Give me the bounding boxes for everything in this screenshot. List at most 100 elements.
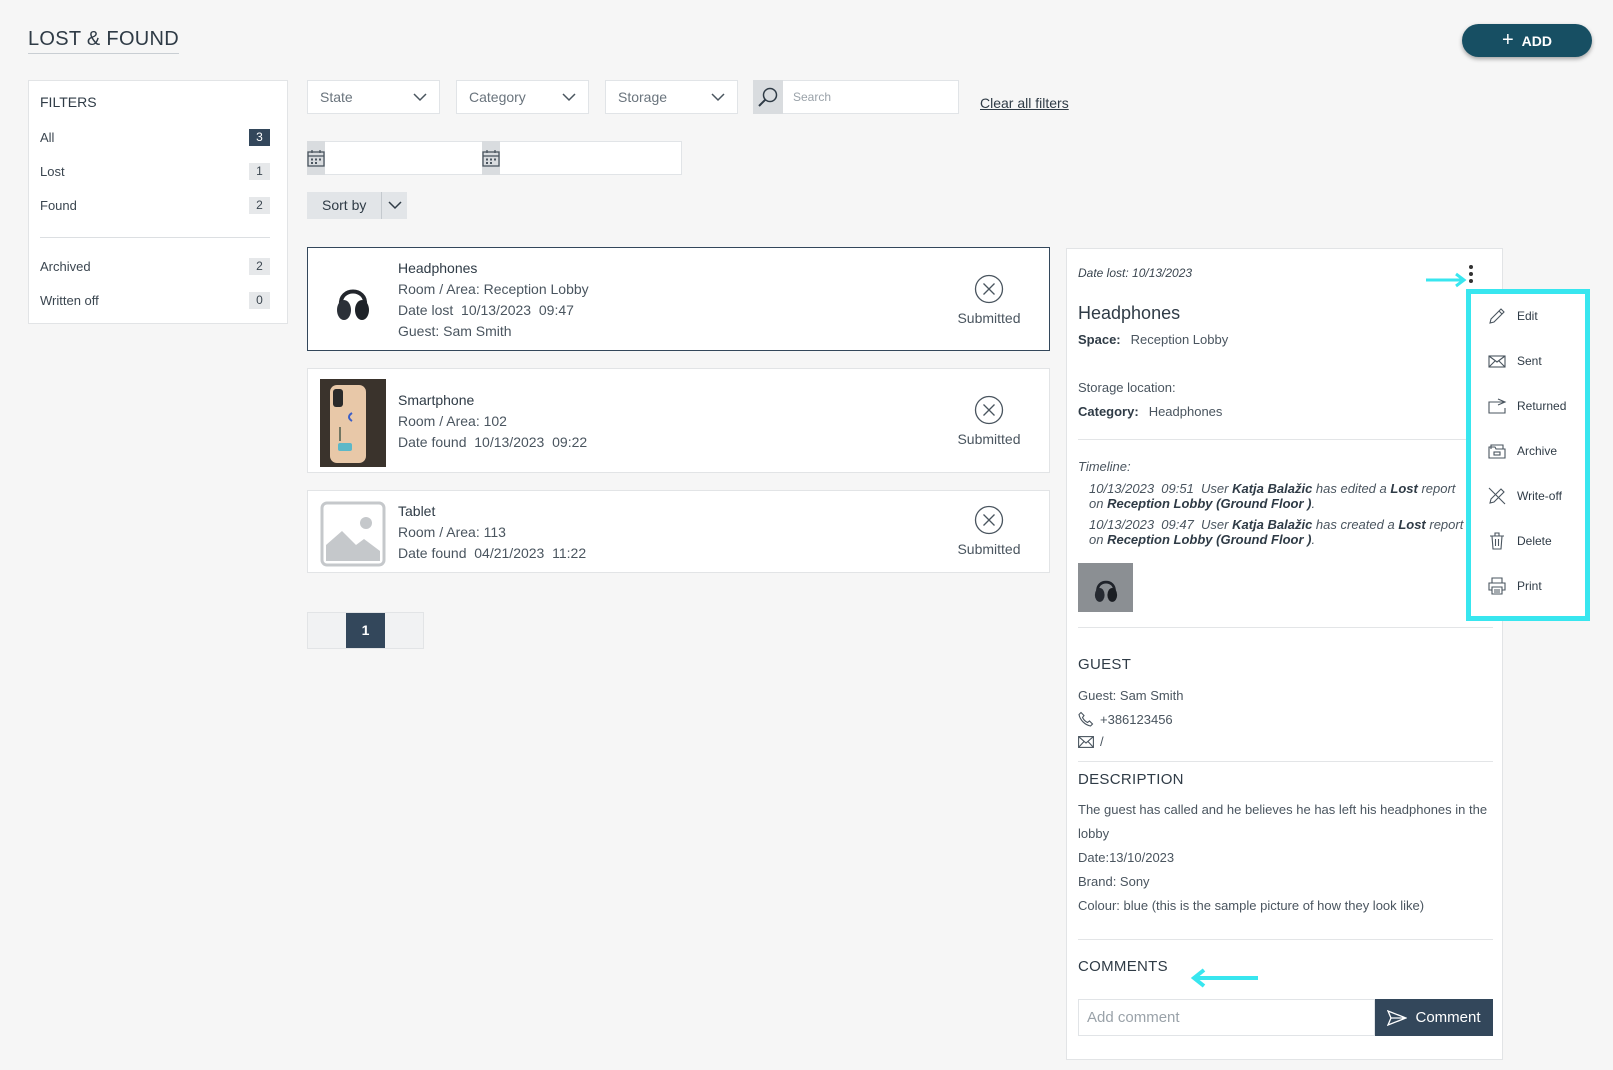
- menu-item-archive[interactable]: Archive: [1487, 439, 1587, 463]
- search-icon[interactable]: [753, 80, 783, 114]
- pagination-prev[interactable]: [308, 613, 346, 648]
- item-room: Room / Area: 102: [398, 413, 507, 429]
- menu-item-label: Sent: [1517, 354, 1542, 368]
- menu-item-returned[interactable]: Returned: [1487, 394, 1587, 418]
- item-status-label: Submitted: [957, 541, 1021, 557]
- menu-item-sent[interactable]: Sent: [1487, 349, 1587, 373]
- state-dropdown-label: State: [320, 89, 353, 105]
- comment-button-label: Comment: [1415, 1009, 1481, 1026]
- filters-divider: [40, 237, 270, 238]
- menu-item-edit[interactable]: Edit: [1487, 304, 1587, 328]
- storage-dropdown-label: Storage: [618, 89, 668, 105]
- description-text: The guest has called and he believes he …: [1078, 798, 1498, 918]
- date-to-field[interactable]: [482, 141, 682, 175]
- calendar-icon[interactable]: [482, 141, 500, 175]
- trash-icon: [1490, 532, 1504, 550]
- search-box: [753, 80, 959, 114]
- timeline-type: Lost: [1390, 481, 1418, 496]
- filter-written-off[interactable]: Written off 0: [40, 289, 270, 311]
- chevron-down-icon[interactable]: [381, 192, 407, 219]
- menu-item-label: Print: [1517, 579, 1542, 593]
- write-off-icon: [1488, 487, 1506, 505]
- item-name: Tablet: [398, 503, 436, 519]
- detail-category-label: Category:: [1078, 404, 1139, 419]
- item-card-tablet[interactable]: Tablet Room / Area: 113 Date found 04/21…: [307, 490, 1050, 573]
- envelope-icon: [1078, 735, 1094, 748]
- filter-label: Archived: [40, 258, 91, 274]
- sort-by-label: Sort by: [322, 197, 367, 213]
- item-status: Submitted: [939, 274, 1039, 326]
- detail-storage-location: Storage location:: [1078, 380, 1176, 395]
- menu-item-print[interactable]: Print: [1487, 574, 1587, 598]
- image-placeholder-icon: [320, 501, 386, 567]
- filter-count: 1: [249, 162, 270, 180]
- item-detail-panel: Date lost: 10/13/2023 Headphones Space: R…: [1066, 248, 1503, 1060]
- smartphone-thumbnail: [320, 379, 386, 467]
- timeline-text: has edited a: [1312, 481, 1391, 496]
- item-name: Headphones: [398, 260, 478, 276]
- timeline-title: Timeline:: [1078, 459, 1131, 474]
- timeline-entry: 10/13/2023 09:51 User Katja Balažic has …: [1089, 481, 1469, 511]
- calendar-icon[interactable]: [307, 141, 325, 175]
- timeline-user: Katja Balažic: [1232, 517, 1313, 532]
- description-section-title: DESCRIPTION: [1078, 771, 1184, 788]
- annotation-arrow-left-icon: [1190, 968, 1258, 988]
- submitted-status-icon: [974, 395, 1004, 425]
- menu-item-label: Returned: [1517, 399, 1567, 413]
- item-card-headphones[interactable]: Headphones Room / Area: Reception Lobby …: [307, 247, 1050, 351]
- storage-dropdown[interactable]: Storage: [605, 80, 738, 114]
- item-date: Date found 04/21/2023 11:22: [398, 545, 587, 561]
- item-room: Room / Area: Reception Lobby: [398, 281, 589, 297]
- date-from-input[interactable]: [325, 141, 507, 175]
- menu-item-delete[interactable]: Delete: [1487, 529, 1587, 553]
- guest-email: /: [1078, 734, 1104, 749]
- actions-menu: Edit Sent Returned Archive Write-off Del…: [1466, 289, 1590, 621]
- add-button[interactable]: + ADD: [1462, 24, 1592, 57]
- filter-lost[interactable]: Lost 1: [40, 160, 270, 182]
- menu-item-label: Archive: [1517, 444, 1558, 458]
- send-icon: [1387, 1009, 1408, 1026]
- category-dropdown-label: Category: [469, 89, 526, 105]
- phone-icon: [1078, 711, 1094, 727]
- search-input[interactable]: [783, 80, 959, 114]
- date-from-field[interactable]: [307, 141, 507, 175]
- chevron-down-icon: [413, 92, 427, 101]
- filter-archived[interactable]: Archived 2: [40, 255, 270, 277]
- comment-button[interactable]: Comment: [1375, 999, 1493, 1036]
- item-status: Submitted: [939, 395, 1039, 447]
- detail-photo[interactable]: [1078, 563, 1133, 612]
- guest-email-value: /: [1100, 734, 1104, 749]
- timeline-text: has created a: [1312, 517, 1399, 532]
- annotation-arrow-right-icon: [1426, 272, 1467, 288]
- filter-label: Lost: [40, 163, 65, 179]
- divider: [1078, 761, 1493, 762]
- comment-input[interactable]: [1078, 999, 1375, 1036]
- page-title: LOST & FOUND: [28, 28, 180, 54]
- filter-found[interactable]: Found 2: [40, 194, 270, 216]
- item-status-label: Submitted: [957, 431, 1021, 447]
- pagination-next[interactable]: [385, 613, 423, 648]
- chevron-down-icon: [711, 92, 725, 101]
- pencil-icon: [1489, 308, 1505, 324]
- item-card-smartphone[interactable]: Smartphone Room / Area: 102 Date found 1…: [307, 368, 1050, 473]
- guest-section-title: GUEST: [1078, 656, 1132, 673]
- filters-title: FILTERS: [40, 94, 97, 110]
- sort-by-button[interactable]: Sort by: [307, 192, 408, 219]
- category-dropdown[interactable]: Category: [456, 80, 589, 114]
- pagination-page-current[interactable]: 1: [346, 613, 385, 648]
- date-to-input[interactable]: [500, 141, 682, 175]
- guest-phone: +386123456: [1078, 711, 1173, 727]
- timeline-place: Reception Lobby (Ground Floor ): [1107, 532, 1312, 547]
- state-dropdown[interactable]: State: [307, 80, 440, 114]
- filter-count: 0: [249, 291, 270, 309]
- timeline-text: .: [1311, 532, 1316, 547]
- item-room: Room / Area: 113: [398, 524, 506, 540]
- guest-phone-value: +386123456: [1100, 711, 1173, 727]
- menu-item-write-off[interactable]: Write-off: [1487, 484, 1587, 508]
- filter-all[interactable]: All 3: [40, 126, 270, 148]
- return-icon: [1488, 398, 1507, 414]
- clear-all-filters-link[interactable]: Clear all filters: [980, 95, 1069, 111]
- item-name: Smartphone: [398, 392, 475, 408]
- submitted-status-icon: [974, 505, 1004, 535]
- item-status: Submitted: [939, 505, 1039, 557]
